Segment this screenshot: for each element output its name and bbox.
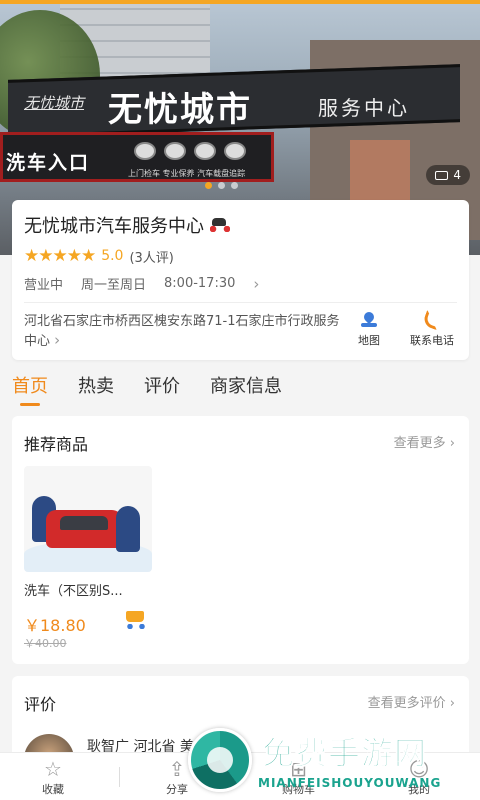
watermark-title: 免费手游网 bbox=[261, 734, 428, 773]
map-button[interactable]: 地图 bbox=[358, 312, 380, 348]
washer-figure bbox=[116, 506, 140, 552]
business-hours-row[interactable]: 营业中 周一至周日 8:00-17:30 › bbox=[24, 274, 260, 294]
star-outline-icon: ☆ bbox=[44, 757, 62, 781]
review-count: (3人评) bbox=[129, 250, 174, 266]
gate-sign-name: 无忧城市 bbox=[108, 90, 252, 130]
red-car-illustration bbox=[46, 510, 122, 548]
recommended-products-panel: 推荐商品 查看更多 › 洗车（不区别S... ￥18.80 ￥40.00 bbox=[12, 416, 469, 664]
watermark-url: MIANFEISHOUYOUWANG bbox=[258, 776, 442, 790]
collect-button[interactable]: ☆ 收藏 bbox=[42, 757, 64, 797]
brand-logo-icon bbox=[194, 142, 216, 160]
shop-tabs: 首页 热卖 评价 商家信息 bbox=[12, 372, 282, 406]
carousel-dot bbox=[231, 182, 238, 189]
carousel-indicator bbox=[205, 182, 238, 189]
product-image[interactable] bbox=[24, 466, 152, 572]
open-hours: 8:00-17:30 bbox=[164, 276, 236, 291]
chevron-right-icon: › bbox=[449, 696, 455, 711]
view-more-label: 查看更多 bbox=[393, 436, 446, 451]
product-name[interactable]: 洗车（不区别S... bbox=[24, 580, 154, 599]
contact-phone-button[interactable]: 联系电话 bbox=[404, 309, 460, 348]
tab-merchant-info[interactable]: 商家信息 bbox=[210, 372, 282, 406]
chevron-right-icon: › bbox=[253, 274, 260, 293]
wash-entrance-text: 洗车入口 bbox=[6, 152, 91, 174]
shop-address[interactable]: 河北省石家庄市桥西区槐安东路71-1石家庄市行政服务中心 › bbox=[24, 312, 342, 351]
brand-logo-icon bbox=[134, 142, 156, 160]
chevron-right-icon: › bbox=[449, 436, 455, 451]
view-more-reviews-label: 查看更多评价 bbox=[367, 696, 446, 711]
gate-logo-text: 无忧城市 bbox=[24, 94, 85, 112]
divider bbox=[24, 302, 457, 303]
share-button[interactable]: ⇪ 分享 bbox=[166, 757, 188, 797]
photo-count-value: 4 bbox=[453, 168, 461, 182]
open-status: 营业中 bbox=[24, 278, 64, 293]
chevron-right-icon: › bbox=[54, 331, 61, 349]
carousel-dot bbox=[218, 182, 225, 189]
share-label: 分享 bbox=[166, 783, 188, 796]
rating-row: ★★★★★ 5.0 (3人评) bbox=[24, 246, 174, 266]
brand-tagline: 上门检车 专业保养 汽车载盘追踪 bbox=[128, 169, 246, 178]
brand-logo-icon bbox=[164, 142, 186, 160]
map-label: 地图 bbox=[358, 334, 380, 347]
motorcycle-icon bbox=[210, 217, 230, 233]
share-icon: ⇪ bbox=[168, 757, 186, 781]
tab-reviews[interactable]: 评价 bbox=[144, 372, 180, 406]
product-price: ￥18.80 bbox=[24, 616, 86, 635]
divider bbox=[119, 767, 120, 787]
map-pin-icon bbox=[361, 312, 377, 328]
shop-info-card: 无忧城市汽车服务中心 ★★★★★ 5.0 (3人评) 营业中 周一至周日 8:0… bbox=[12, 200, 469, 360]
tab-home[interactable]: 首页 bbox=[12, 372, 48, 406]
watermark-logo-icon bbox=[188, 728, 252, 792]
rating-score: 5.0 bbox=[101, 248, 124, 264]
phone-label: 联系电话 bbox=[410, 334, 454, 347]
gate-sign-sub: 服务中心 bbox=[318, 96, 410, 120]
add-to-cart-icon[interactable] bbox=[122, 608, 148, 630]
phone-icon bbox=[421, 309, 443, 331]
top-accent-bar bbox=[0, 0, 480, 4]
photo-count-badge[interactable]: 4 bbox=[426, 165, 470, 185]
view-more-reviews-link[interactable]: 查看更多评价 › bbox=[368, 692, 455, 711]
recommended-title: 推荐商品 bbox=[24, 435, 89, 454]
carousel-dot-active bbox=[205, 182, 212, 189]
product-original-price: ￥40.00 bbox=[24, 637, 67, 650]
shop-name: 无忧城市汽车服务中心 bbox=[24, 216, 204, 237]
collect-label: 收藏 bbox=[42, 783, 64, 796]
shop-name-row: 无忧城市汽车服务中心 bbox=[24, 212, 230, 238]
camera-icon bbox=[435, 170, 449, 180]
tab-hot-sale[interactable]: 热卖 bbox=[78, 372, 114, 406]
brand-logo-icon bbox=[224, 142, 246, 160]
star-rating-icon: ★★★★★ bbox=[24, 246, 96, 266]
reviews-title: 评价 bbox=[24, 695, 57, 714]
car-brand-logos bbox=[134, 142, 246, 160]
address-text: 河北省石家庄市桥西区槐安东路71-1石家庄市行政服务中心 bbox=[24, 314, 340, 349]
view-more-products-link[interactable]: 查看更多 › bbox=[394, 432, 455, 451]
open-days: 周一至周日 bbox=[81, 278, 147, 293]
